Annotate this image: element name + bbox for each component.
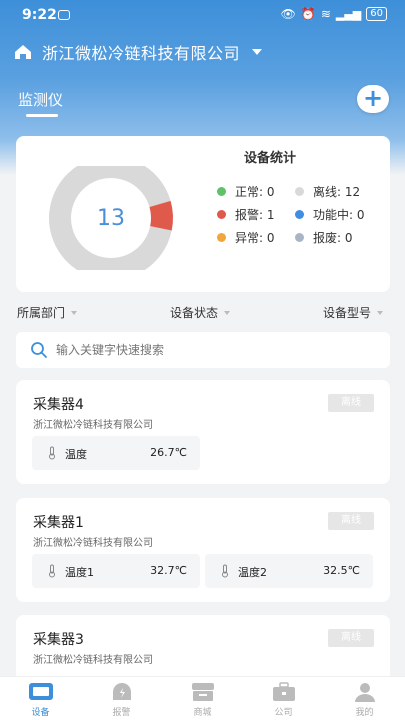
signal-icon: ▂▄▆ <box>335 7 362 21</box>
chevron-down-icon <box>224 310 231 315</box>
status-badge: 离线 <box>328 629 374 647</box>
nav-store[interactable]: 商城 <box>162 681 243 718</box>
bottom-nav: 设备 报警 商城 公司 我的 <box>0 676 405 720</box>
device-company: 浙江微松冷链科技有限公司 <box>33 420 153 431</box>
sensor-value: 32.5℃ <box>323 564 360 577</box>
device-name: 采集器3 <box>33 632 84 648</box>
stats-card: 13 设备统计 正常: 0 离线: 12 报警: 1 功能中: 0 异常: 0 … <box>16 136 390 292</box>
thermometer-icon <box>222 564 228 578</box>
status-bar: 9:22 👁 ⏰ ≋ ▂▄▆ 60 <box>0 0 405 32</box>
sensor-label: 温度2 <box>238 566 267 579</box>
status-badge: 离线 <box>328 512 374 530</box>
company-icon <box>272 682 295 701</box>
sensor-reading: 温度2 32.5℃ <box>205 554 373 588</box>
chevron-down-icon <box>377 310 384 315</box>
scrapped-dot-icon <box>295 233 304 242</box>
status-donut-chart: 13 <box>49 166 173 270</box>
abnormal-dot-icon <box>217 233 226 242</box>
legend-alarm: 报警: 1 <box>217 206 275 223</box>
filter-model[interactable]: 设备型号 <box>323 304 384 321</box>
status-icons: 👁 ⏰ ≋ ▂▄▆ 60 <box>281 7 387 21</box>
eye-icon: 👁 <box>280 7 296 21</box>
filter-bar: 所属部门 设备状态 设备型号 <box>0 304 405 322</box>
chevron-down-icon <box>252 49 263 55</box>
sensor-label: 温度 <box>65 448 87 461</box>
sensor-label: 温度1 <box>65 566 94 579</box>
thermometer-icon <box>49 564 55 578</box>
status-time: 9:22 <box>22 7 57 23</box>
filter-department[interactable]: 所属部门 <box>17 304 78 321</box>
alarm-clock-icon: ⏰ <box>300 7 316 21</box>
device-name: 采集器1 <box>33 515 84 531</box>
donut-total: 13 <box>97 206 125 231</box>
wifi-icon: ≋ <box>320 7 331 21</box>
company-selector[interactable]: 浙江微松冷链科技有限公司 <box>14 40 263 64</box>
legend-scrapped: 报废: 0 <box>295 229 353 246</box>
store-icon <box>191 683 214 701</box>
sensor-reading: 温度 26.7℃ <box>32 436 200 470</box>
device-company: 浙江微松冷链科技有限公司 <box>33 538 153 549</box>
offline-dot-icon <box>295 187 304 196</box>
stats-title: 设备统计 <box>244 151 297 166</box>
search-icon <box>31 342 47 358</box>
profile-icon <box>354 683 375 702</box>
in-function-dot-icon <box>295 210 304 219</box>
legend-normal: 正常: 0 <box>217 183 275 200</box>
legend-in-function: 功能中: 0 <box>295 206 365 223</box>
nav-alarm[interactable]: 报警 <box>81 681 162 718</box>
tab-underline <box>26 114 58 117</box>
device-company: 浙江微松冷链科技有限公司 <box>33 655 153 666</box>
device-name: 采集器4 <box>33 397 84 413</box>
thermometer-icon <box>49 446 55 460</box>
device-icon <box>28 683 53 700</box>
normal-dot-icon <box>217 187 226 196</box>
sensor-value: 26.7℃ <box>150 446 187 459</box>
device-card[interactable]: 采集器1 浙江微松冷链科技有限公司 离线 温度1 32.7℃ 温度2 32.5℃ <box>16 498 390 602</box>
nav-device[interactable]: 设备 <box>0 681 81 718</box>
nav-company[interactable]: 公司 <box>243 681 324 718</box>
chevron-down-icon <box>71 310 78 315</box>
alarm-icon <box>112 683 131 700</box>
tab-monitor[interactable]: 监测仪 <box>18 89 63 110</box>
legend-abnormal: 异常: 0 <box>217 229 275 246</box>
sensor-reading: 温度1 32.7℃ <box>32 554 200 588</box>
add-device-button[interactable]: + <box>357 85 389 113</box>
search-input[interactable] <box>56 343 356 357</box>
legend-offline: 离线: 12 <box>295 183 360 200</box>
search-bar <box>16 332 390 368</box>
home-icon <box>15 45 31 59</box>
status-badge: 离线 <box>328 394 374 412</box>
notification-icon <box>58 10 70 20</box>
company-name: 浙江微松冷链科技有限公司 <box>42 44 241 63</box>
battery-icon: 60 <box>366 7 387 21</box>
nav-profile[interactable]: 我的 <box>324 681 405 718</box>
alarm-dot-icon <box>217 210 226 219</box>
filter-status[interactable]: 设备状态 <box>170 304 231 321</box>
device-card[interactable]: 采集器4 浙江微松冷链科技有限公司 离线 温度 26.7℃ <box>16 380 390 484</box>
sensor-value: 32.7℃ <box>150 564 187 577</box>
